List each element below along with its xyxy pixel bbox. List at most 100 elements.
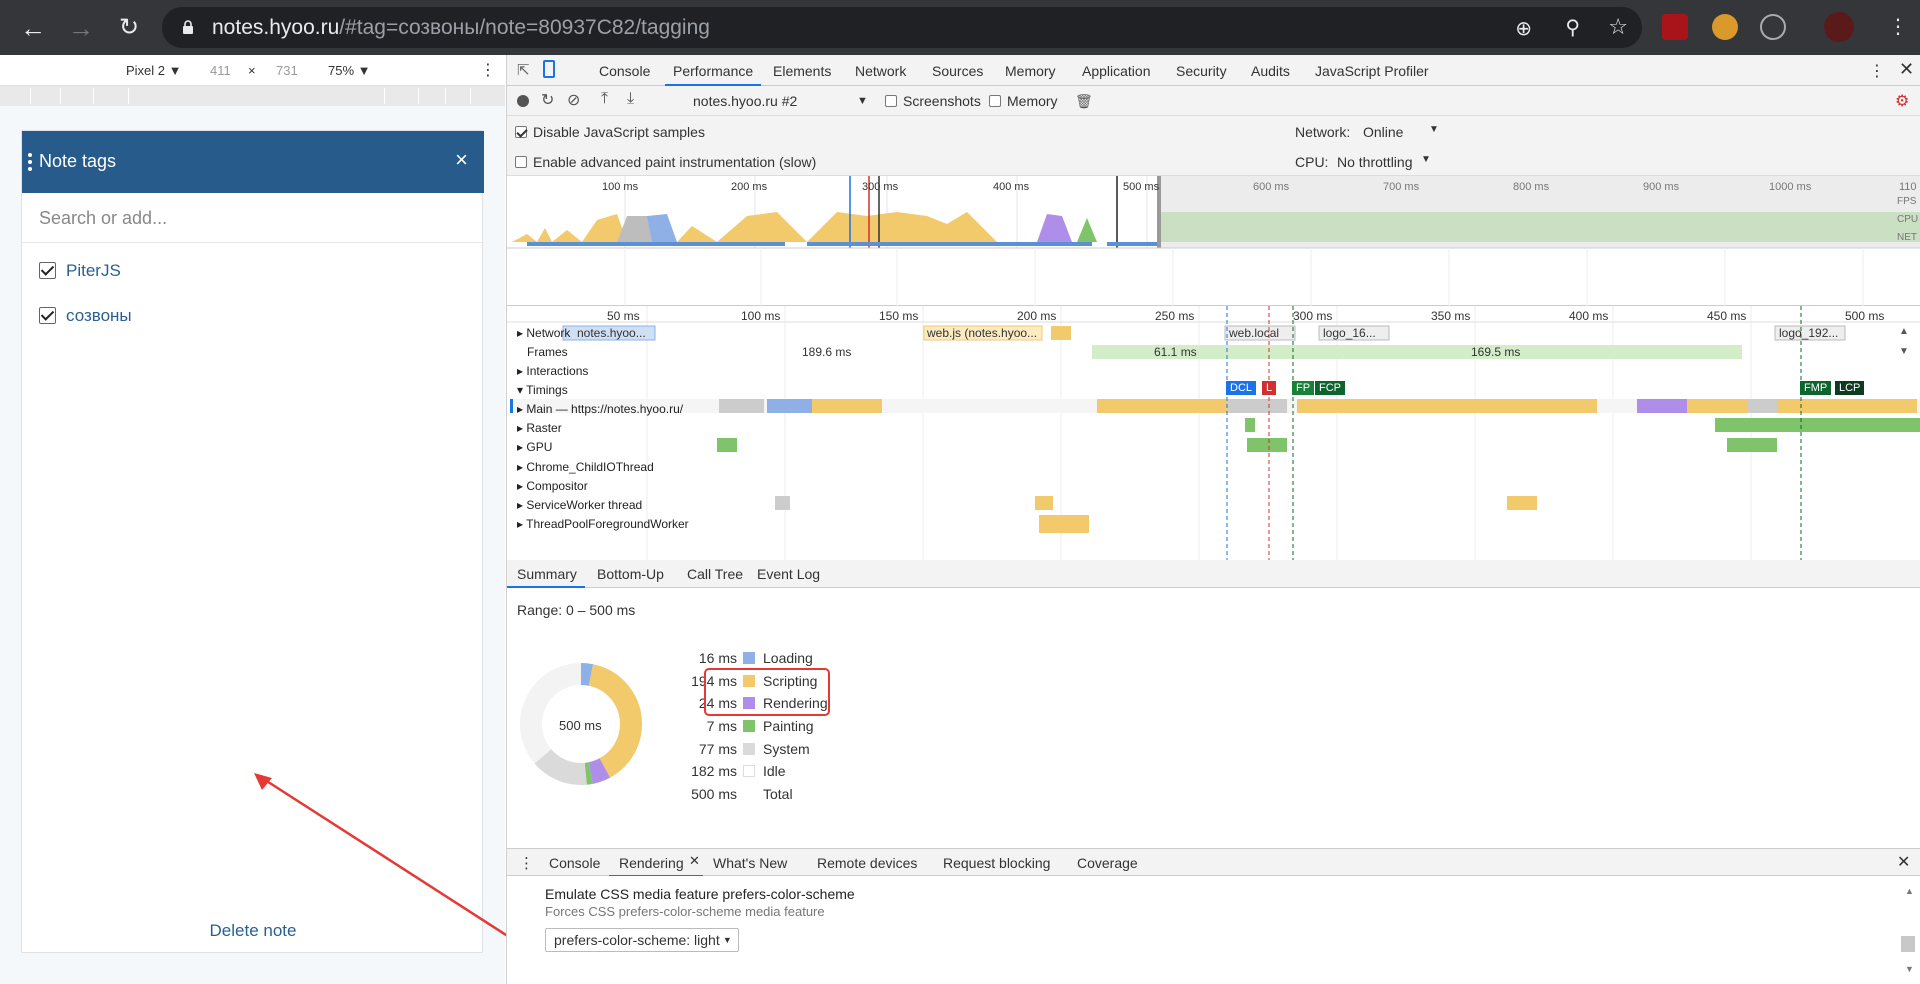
tag-search-input[interactable]: Search or add... <box>22 193 484 243</box>
checkbox-checked-icon[interactable] <box>39 262 56 279</box>
timeline-overview[interactable]: 100 ms 200 ms 300 ms 400 ms 500 ms 600 m… <box>507 176 1920 306</box>
checkbox-checked-icon[interactable] <box>39 307 56 324</box>
close-tab-icon[interactable]: ✕ <box>689 853 700 869</box>
screenshots-checkbox[interactable]: Screenshots <box>885 93 981 109</box>
checkbox-icon[interactable] <box>989 95 1001 107</box>
address-bar[interactable]: notes.hyoo.ru/#tag=созвоны/note=80937C82… <box>162 7 1642 48</box>
clear-icon[interactable]: ⊘ <box>567 90 580 110</box>
disable-js-samples-checkbox[interactable]: Disable JavaScript samples <box>515 124 705 140</box>
ublock-icon[interactable] <box>1662 14 1688 40</box>
scroll-down-icon[interactable]: ▼ <box>1899 346 1909 357</box>
scroll-up-icon[interactable]: ▲ <box>1905 886 1914 896</box>
frame-duration[interactable]: 189.6 ms <box>802 345 851 359</box>
frame-duration[interactable]: 169.5 ms <box>1471 345 1520 359</box>
tag-item-piterjs[interactable]: PiterJS <box>39 261 121 285</box>
drawer-tab-console[interactable]: Console <box>549 855 600 871</box>
timing-dcl[interactable]: DCL <box>1226 381 1257 395</box>
track-service-worker[interactable]: ▸ ServiceWorker thread <box>517 498 642 512</box>
drawer-tab-coverage[interactable]: Coverage <box>1077 855 1138 871</box>
tab-elements[interactable]: Elements <box>773 63 831 79</box>
drag-handle-icon[interactable] <box>28 153 32 171</box>
tab-summary[interactable]: Summary <box>517 566 577 582</box>
tab-network[interactable]: Network <box>855 63 906 79</box>
checkbox-icon[interactable] <box>885 95 897 107</box>
star-icon[interactable]: ☆ <box>1608 14 1628 40</box>
network-request[interactable]: notes.hyoo... <box>577 326 646 340</box>
avatar[interactable] <box>1824 12 1854 42</box>
profile-dropdown-icon[interactable]: ▼ <box>857 95 868 107</box>
memory-checkbox[interactable]: Memory <box>989 93 1058 109</box>
track-raster[interactable]: ▸ Raster <box>517 421 562 435</box>
drawer-menu-icon[interactable]: ⋮ <box>519 854 534 872</box>
tab-memory[interactable]: Memory <box>1005 63 1056 79</box>
track-timings[interactable]: ▾ Timings <box>517 383 568 397</box>
devtools-close-icon[interactable]: ✕ <box>1899 59 1914 80</box>
menu-icon[interactable]: ⋮ <box>1888 14 1908 39</box>
scroll-up-icon[interactable]: ▲ <box>1899 326 1909 337</box>
add-icon[interactable]: ⊕ <box>1515 16 1532 41</box>
tab-bottom-up[interactable]: Bottom-Up <box>597 566 664 582</box>
track-frames[interactable]: Frames <box>527 345 568 359</box>
download-icon[interactable]: ⤓ <box>627 90 634 108</box>
drawer-tab-remote-devices[interactable]: Remote devices <box>817 855 917 871</box>
chevron-down-icon[interactable]: ▼ <box>1429 124 1439 135</box>
track-child-io[interactable]: ▸ Chrome_ChildIOThread <box>517 460 654 474</box>
devtools-menu-icon[interactable]: ⋮ <box>1869 61 1885 81</box>
advanced-paint-checkbox[interactable]: Enable advanced paint instrumentation (s… <box>515 154 816 170</box>
tab-security[interactable]: Security <box>1176 63 1227 79</box>
drawer-tab-whats-new[interactable]: What's New <box>713 855 787 871</box>
network-throttle-select[interactable]: Online <box>1363 124 1403 140</box>
extension-icon[interactable] <box>1712 14 1738 40</box>
globe-icon[interactable] <box>1760 14 1786 40</box>
checkbox-icon[interactable] <box>515 156 527 168</box>
network-request[interactable]: logo_16... <box>1323 326 1376 340</box>
record-icon[interactable] <box>517 95 529 107</box>
tab-audits[interactable]: Audits <box>1251 63 1290 79</box>
checkbox-checked-icon[interactable] <box>515 126 527 138</box>
frame-duration[interactable]: 61.1 ms <box>1154 345 1197 359</box>
scroll-down-icon[interactable]: ▼ <box>1905 964 1914 974</box>
tab-call-tree[interactable]: Call Tree <box>687 566 743 582</box>
drawer-tab-rendering[interactable]: Rendering <box>619 855 684 871</box>
upload-icon[interactable]: ⤒ <box>601 90 608 108</box>
tab-event-log[interactable]: Event Log <box>757 566 820 582</box>
more-icon[interactable]: ⋮ <box>480 60 496 80</box>
zoom-select[interactable]: 75% ▼ <box>328 63 371 78</box>
track-interactions[interactable]: ▸ Interactions <box>517 364 588 378</box>
zoom-icon[interactable]: ⚲ <box>1565 15 1580 40</box>
forward-icon[interactable]: → <box>64 11 98 45</box>
profile-select[interactable]: notes.hyoo.ru #2 <box>693 93 797 109</box>
tab-console[interactable]: Console <box>599 63 650 79</box>
network-request[interactable]: web.local <box>1229 326 1279 340</box>
chevron-down-icon[interactable]: ▼ <box>1421 154 1431 165</box>
inspect-icon[interactable]: ⇱ <box>517 61 530 79</box>
device-width[interactable]: 411 <box>210 63 231 78</box>
color-scheme-select[interactable]: prefers-color-scheme: light ▼ <box>545 928 739 952</box>
cpu-throttle-select[interactable]: No throttling <box>1337 154 1412 170</box>
settings-gear-icon[interactable]: ⚙ <box>1895 91 1909 111</box>
network-request[interactable]: logo_192... <box>1779 326 1838 340</box>
drawer-close-icon[interactable]: ✕ <box>1897 852 1910 872</box>
track-network[interactable]: ▸ Network <box>517 326 570 340</box>
close-icon[interactable]: × <box>455 147 468 173</box>
device-select[interactable]: Pixel 2 ▼ <box>126 63 182 78</box>
track-compositor[interactable]: ▸ Compositor <box>517 479 588 493</box>
back-icon[interactable]: ← <box>16 11 50 45</box>
timing-fcp[interactable]: FCP <box>1315 381 1345 395</box>
timing-load[interactable]: L <box>1262 381 1277 395</box>
trash-icon[interactable]: 🗑 <box>1075 93 1093 110</box>
reload-record-icon[interactable]: ↻ <box>541 90 554 110</box>
timing-fp[interactable]: FP <box>1292 381 1315 395</box>
tab-application[interactable]: Application <box>1082 63 1151 79</box>
timing-lcp[interactable]: LCP <box>1835 381 1865 395</box>
reload-icon[interactable]: ↻ <box>112 11 146 45</box>
drawer-tab-request-blocking[interactable]: Request blocking <box>943 855 1050 871</box>
scrollbar-thumb[interactable] <box>1901 936 1915 952</box>
device-toggle-icon[interactable] <box>543 60 555 78</box>
tab-sources[interactable]: Sources <box>932 63 983 79</box>
timing-fmp[interactable]: FMP <box>1800 381 1832 395</box>
tag-item-sozvony[interactable]: созвоны <box>39 306 132 330</box>
track-main[interactable]: ▸ Main — https://notes.hyoo.ru/ <box>517 402 683 416</box>
network-request[interactable]: web.js (notes.hyoo... <box>927 326 1037 340</box>
track-gpu[interactable]: ▸ GPU <box>517 440 552 454</box>
